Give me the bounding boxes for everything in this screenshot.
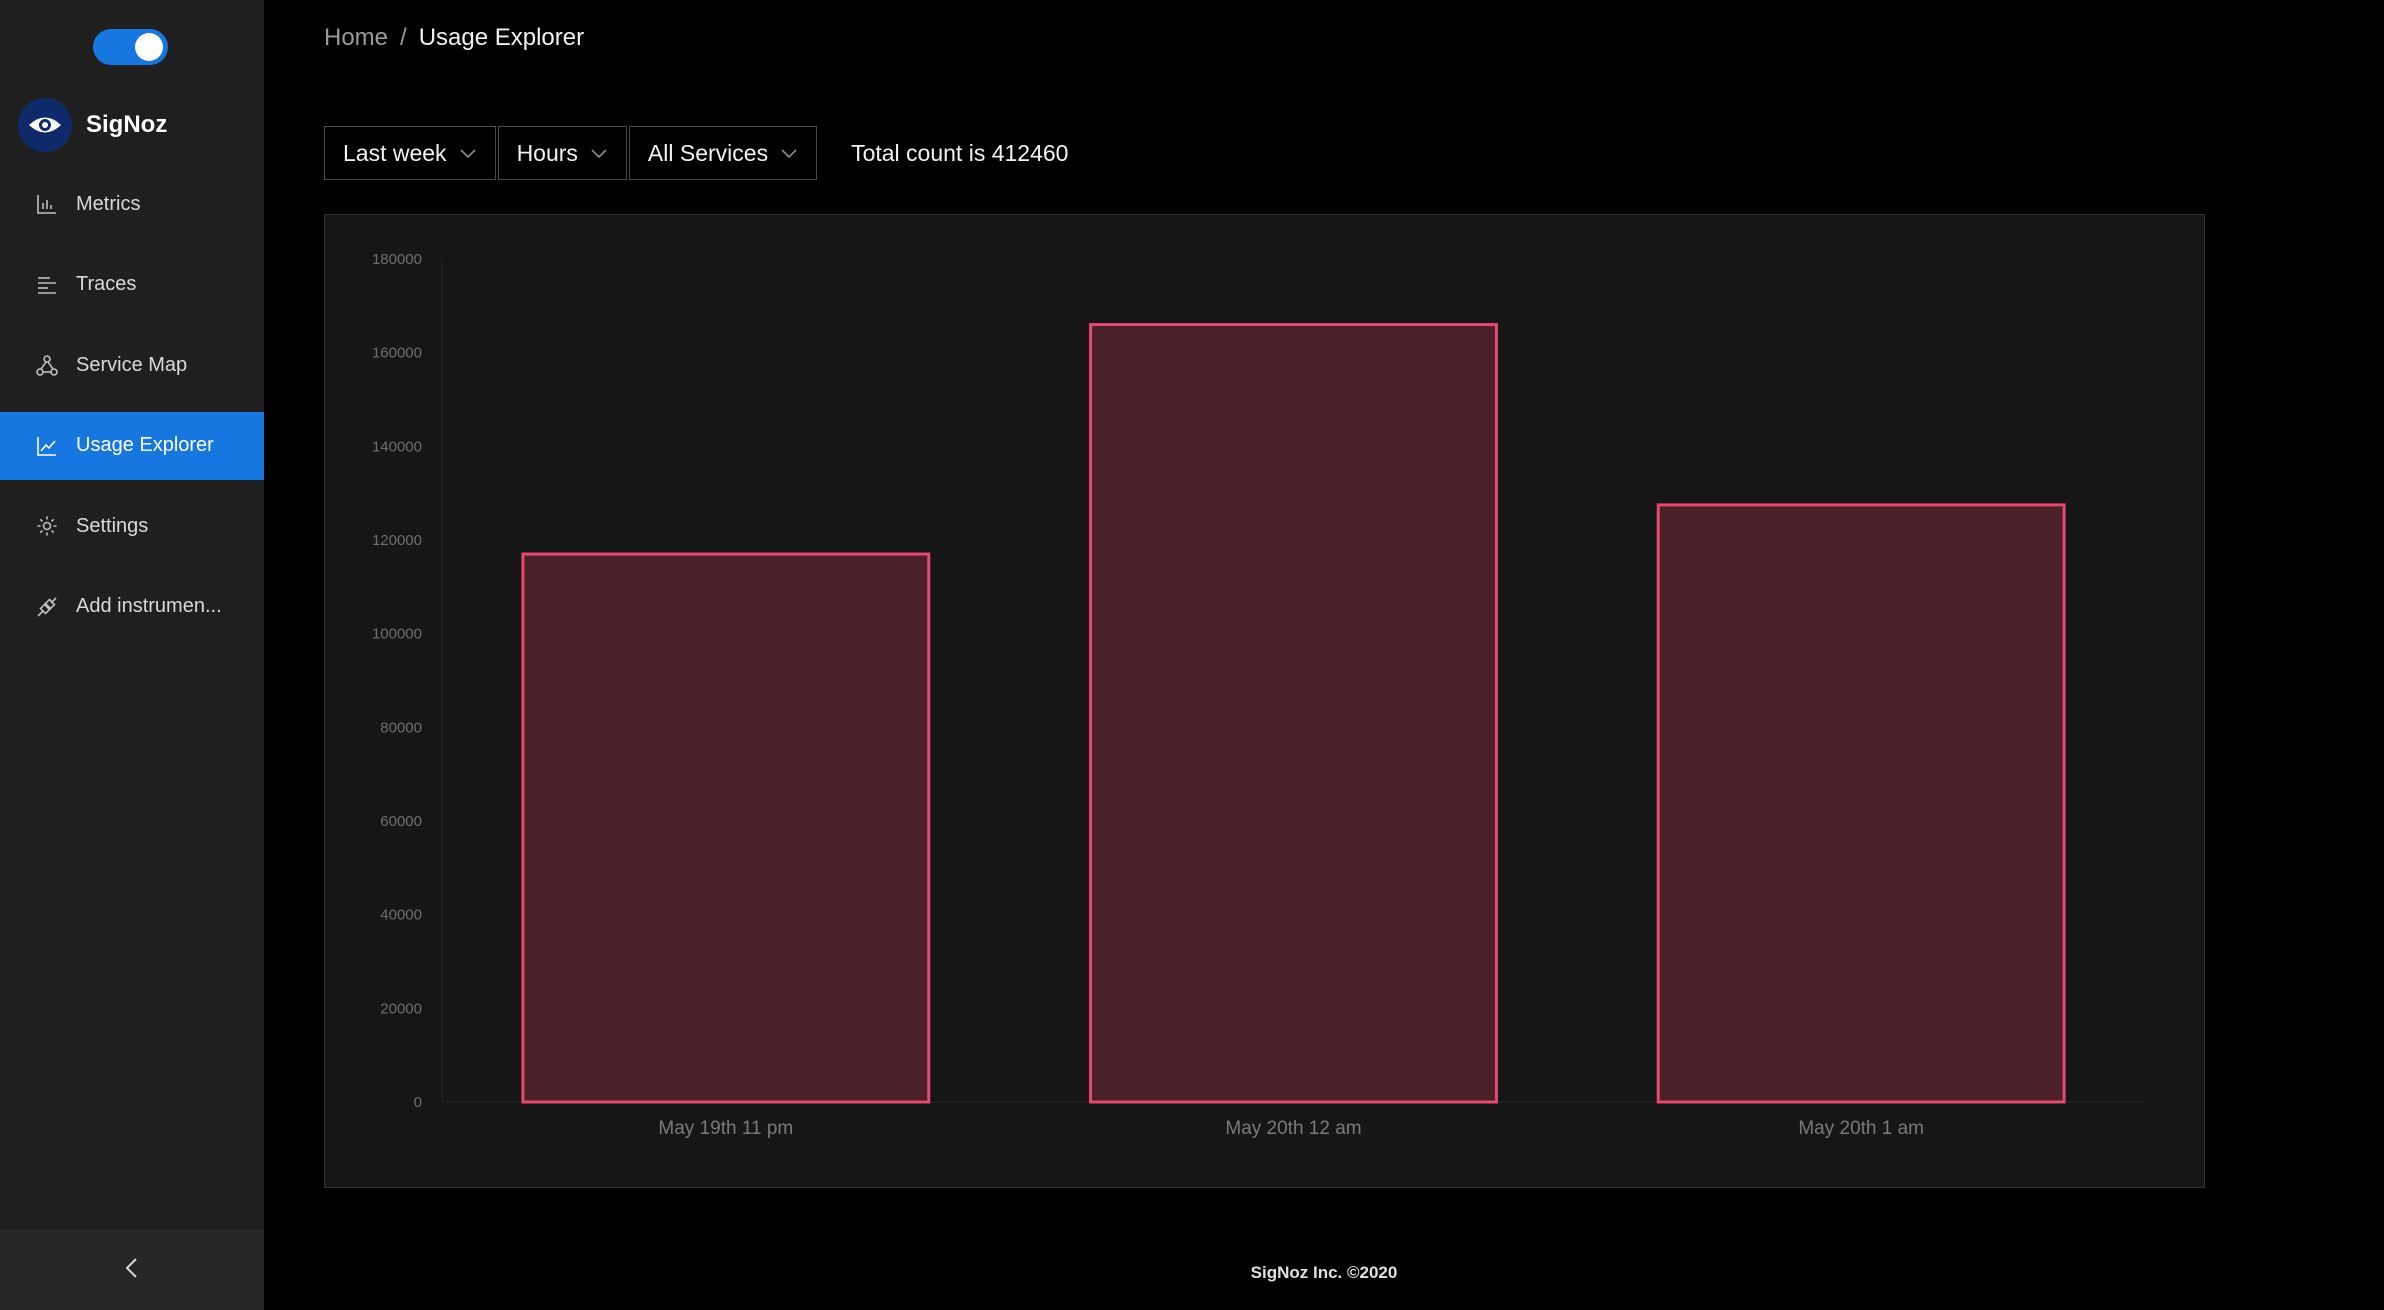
sidebar-item-label: Add instrumen... (76, 595, 222, 617)
time-range-value: Last week (343, 139, 447, 166)
breadcrumb-separator: / (400, 24, 407, 51)
time-range-select[interactable]: Last week (324, 126, 496, 180)
api-icon (34, 594, 60, 620)
footer: SigNoz Inc. ©2020 (1250, 1263, 1398, 1282)
sidebar-item-add-instrumentation[interactable]: Add instrumen... (0, 573, 264, 641)
chevron-left-icon (123, 1257, 141, 1284)
interval-value: Hours (516, 139, 578, 166)
align-left-icon (34, 272, 60, 298)
bar (1656, 503, 2066, 1104)
y-tick-label: 80000 (380, 719, 422, 736)
chevron-down-icon (459, 147, 477, 159)
sidebar-item-label: Usage Explorer (76, 434, 214, 456)
breadcrumb: Home / Usage Explorer (324, 24, 584, 52)
usage-bar-chart: 0 20000 40000 60000 80000 100000 120000 140000 1… (372, 251, 2145, 1139)
service-value: All Services (647, 139, 769, 166)
breadcrumb-home-link[interactable]: Home (324, 24, 388, 52)
y-tick-label: 100000 (372, 626, 422, 643)
brand-name: SigNoz (86, 111, 168, 138)
x-tick-label: May 20th 1 am (1798, 1118, 1924, 1139)
theme-toggle[interactable] (93, 29, 168, 65)
bar-chart-icon (34, 191, 60, 217)
total-count: Total count is 412460 (851, 139, 1069, 166)
sidebar-item-metrics[interactable]: Metrics (0, 170, 264, 238)
filter-bar: Last week Hours All Services Total count… (324, 126, 1068, 180)
sidebar: SigNoz Metrics Traces Service Map Usage … (0, 0, 264, 1310)
usage-chart-card: 0 20000 40000 60000 80000 100000 120000 140000 1… (324, 214, 2205, 1188)
sidebar-item-label: Service Map (76, 353, 188, 376)
sidebar-item-usage-explorer[interactable]: Usage Explorer (0, 411, 264, 480)
breadcrumb-current: Usage Explorer (418, 24, 585, 51)
y-tick-label: 40000 (380, 907, 422, 924)
sidebar-item-label: Metrics (76, 192, 141, 215)
chevron-down-icon (590, 147, 608, 159)
sidebar-nav: Metrics Traces Service Map Usage Explore… (0, 170, 264, 653)
gear-icon (34, 513, 60, 539)
brand[interactable]: SigNoz (18, 97, 167, 153)
sidebar-item-label: Settings (76, 514, 149, 537)
bar (521, 552, 931, 1104)
y-tick-label: 140000 (372, 438, 422, 455)
y-tick-label: 160000 (372, 345, 422, 362)
chevron-down-icon (780, 147, 798, 159)
bar (1089, 323, 1498, 1104)
eye-logo-icon (18, 98, 72, 152)
x-tick-label: May 19th 11 pm (658, 1118, 793, 1139)
line-chart-icon (34, 433, 60, 459)
sidebar-item-service-map[interactable]: Service Map (0, 331, 264, 399)
y-tick-label: 20000 (380, 1000, 422, 1017)
service-select[interactable]: All Services (628, 126, 818, 180)
sidebar-item-label: Traces (76, 273, 137, 295)
y-tick-label: 120000 (372, 532, 422, 549)
sidebar-item-settings[interactable]: Settings (0, 492, 264, 560)
deployment-unit-icon (34, 352, 60, 378)
collapse-sidebar-button[interactable] (0, 1230, 264, 1310)
interval-select[interactable]: Hours (497, 126, 627, 180)
y-tick-label: 0 (414, 1094, 422, 1111)
sidebar-item-traces[interactable]: Traces (0, 251, 264, 319)
y-tick-label: 60000 (380, 813, 422, 830)
y-tick-label: 180000 (372, 251, 422, 268)
x-tick-label: May 20th 12 am (1225, 1118, 1361, 1139)
toggle-knob (135, 33, 163, 61)
